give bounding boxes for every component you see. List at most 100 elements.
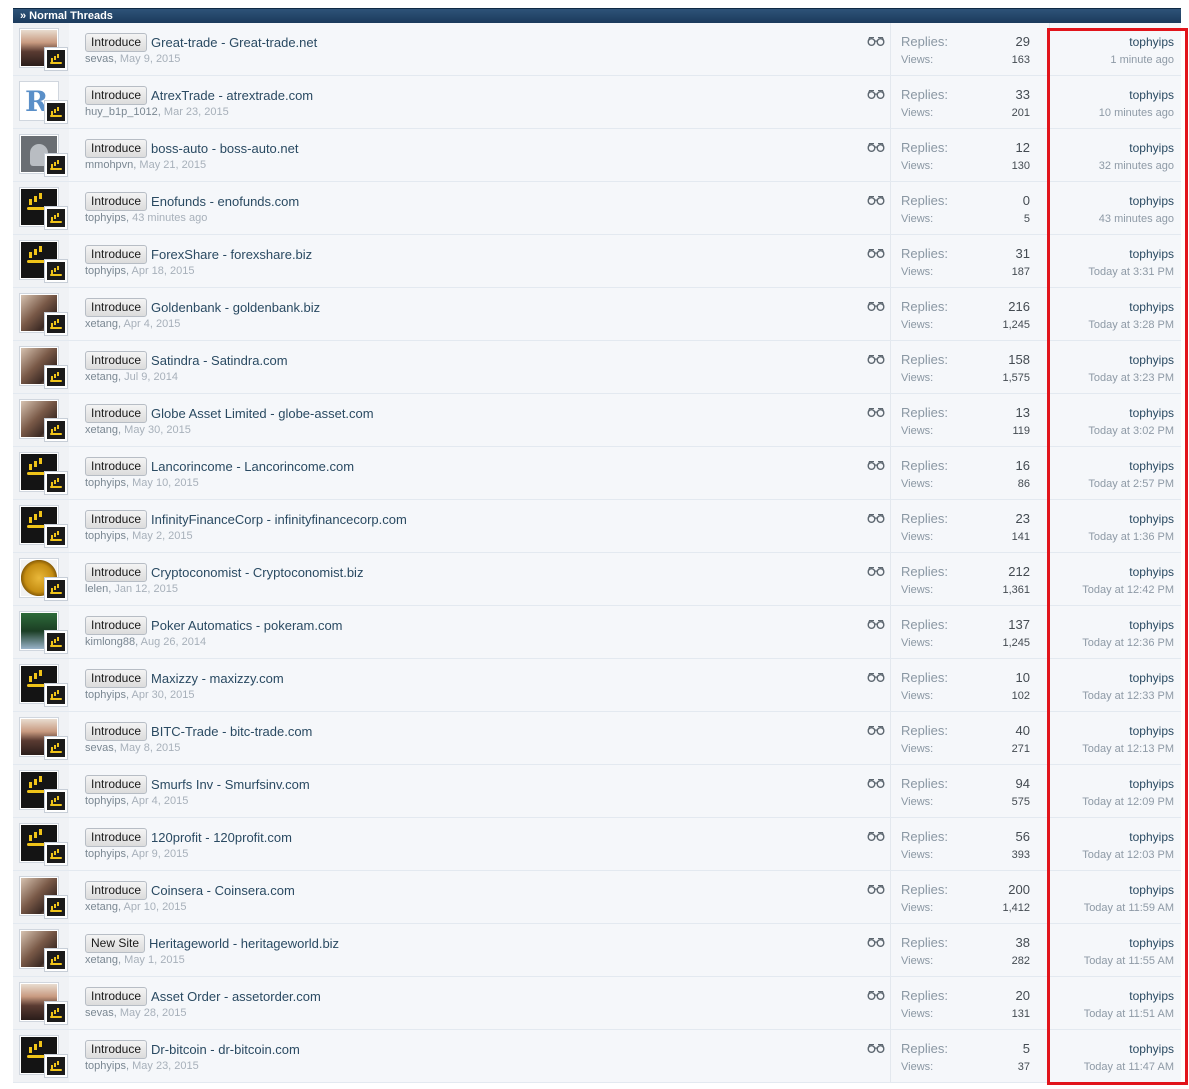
last-post-date-link[interactable]: 32 minutes ago bbox=[1099, 160, 1174, 172]
last-post-date-link[interactable]: Today at 12:03 PM bbox=[1082, 849, 1174, 861]
glasses-icon[interactable] bbox=[867, 990, 885, 1000]
thread-row[interactable]: Introduce Globe Asset Limited - globe-ass… bbox=[13, 394, 1181, 447]
last-poster-link[interactable]: tophyips bbox=[1129, 194, 1174, 208]
glasses-icon[interactable] bbox=[867, 301, 885, 311]
thread-title-link[interactable]: Lancorincome - Lancorincome.com bbox=[151, 459, 354, 474]
thread-row[interactable]: Introduce Maxizzy - maxizzy.com tophyips,… bbox=[13, 659, 1181, 712]
thread-title-link[interactable]: Maxizzy - maxizzy.com bbox=[151, 671, 284, 686]
last-post-date-link[interactable]: Today at 12:13 PM bbox=[1082, 743, 1174, 755]
last-poster-mini-avatar[interactable] bbox=[44, 1001, 68, 1025]
thread-title-link[interactable]: Smurfs Inv - Smurfsinv.com bbox=[151, 777, 310, 792]
thread-start-date[interactable]: Jan 12, 2015 bbox=[114, 583, 178, 595]
thread-prefix-badge[interactable]: Introduce bbox=[85, 510, 148, 529]
thread-prefix-badge[interactable]: Introduce bbox=[85, 881, 148, 900]
thread-row[interactable]: Introduce Coinsera - Coinsera.com xetang,… bbox=[13, 871, 1181, 924]
last-poster-link[interactable]: tophyips bbox=[1129, 724, 1174, 738]
thread-row[interactable]: New Site Heritageworld - heritageworld.bi… bbox=[13, 924, 1181, 977]
thread-title-link[interactable]: AtrexTrade - atrextrade.com bbox=[151, 88, 313, 103]
last-post-date-link[interactable]: 1 minute ago bbox=[1110, 54, 1174, 66]
thread-start-date[interactable]: Apr 9, 2015 bbox=[132, 848, 189, 860]
thread-title-link[interactable]: InfinityFinanceCorp - infinityfinancecor… bbox=[151, 512, 407, 527]
glasses-icon[interactable] bbox=[867, 460, 885, 470]
last-poster-mini-avatar[interactable] bbox=[44, 895, 68, 919]
glasses-icon[interactable] bbox=[867, 248, 885, 258]
glasses-icon[interactable] bbox=[867, 407, 885, 417]
thread-start-date[interactable]: May 10, 2015 bbox=[132, 477, 199, 489]
thread-author-link[interactable]: tophyips bbox=[85, 212, 126, 224]
thread-prefix-badge[interactable]: Introduce bbox=[85, 563, 148, 582]
thread-prefix-badge[interactable]: Introduce bbox=[85, 86, 148, 105]
thread-prefix-badge[interactable]: Introduce bbox=[85, 1040, 148, 1059]
thread-start-date[interactable]: Aug 26, 2014 bbox=[141, 636, 206, 648]
glasses-icon[interactable] bbox=[867, 354, 885, 364]
thread-title-link[interactable]: Poker Automatics - pokeram.com bbox=[151, 618, 342, 633]
glasses-icon[interactable] bbox=[867, 195, 885, 205]
last-post-date-link[interactable]: Today at 12:42 PM bbox=[1082, 584, 1174, 596]
thread-row[interactable]: Introduce Goldenbank - goldenbank.biz xet… bbox=[13, 288, 1181, 341]
thread-start-date[interactable]: May 2, 2015 bbox=[132, 530, 193, 542]
thread-start-date[interactable]: May 9, 2015 bbox=[120, 53, 181, 65]
thread-prefix-badge[interactable]: Introduce bbox=[85, 192, 148, 211]
thread-title-link[interactable]: Enofunds - enofunds.com bbox=[151, 194, 299, 209]
last-poster-mini-avatar[interactable] bbox=[44, 47, 68, 71]
last-poster-mini-avatar[interactable] bbox=[44, 206, 68, 230]
last-poster-link[interactable]: tophyips bbox=[1129, 247, 1174, 261]
thread-row[interactable]: Introduce Lancorincome - Lancorincome.com… bbox=[13, 447, 1181, 500]
last-post-date-link[interactable]: Today at 12:36 PM bbox=[1082, 637, 1174, 649]
last-poster-mini-avatar[interactable] bbox=[44, 312, 68, 336]
last-poster-mini-avatar[interactable] bbox=[44, 365, 68, 389]
thread-author-link[interactable]: xetang bbox=[85, 901, 118, 913]
thread-start-date[interactable]: May 21, 2015 bbox=[139, 159, 206, 171]
thread-start-date[interactable]: 43 minutes ago bbox=[132, 212, 207, 224]
last-poster-link[interactable]: tophyips bbox=[1129, 512, 1174, 526]
thread-author-link[interactable]: xetang bbox=[85, 318, 118, 330]
glasses-icon[interactable] bbox=[867, 937, 885, 947]
thread-row[interactable]: Introduce Great-trade - Great-trade.net s… bbox=[13, 23, 1181, 76]
last-poster-link[interactable]: tophyips bbox=[1129, 777, 1174, 791]
thread-row[interactable]: Introduce 120profit - 120profit.com tophy… bbox=[13, 818, 1181, 871]
thread-title-link[interactable]: Globe Asset Limited - globe-asset.com bbox=[151, 406, 374, 421]
glasses-icon[interactable] bbox=[867, 566, 885, 576]
last-poster-mini-avatar[interactable] bbox=[44, 789, 68, 813]
thread-start-date[interactable]: May 28, 2015 bbox=[120, 1007, 187, 1019]
last-poster-link[interactable]: tophyips bbox=[1129, 141, 1174, 155]
thread-start-date[interactable]: Apr 4, 2015 bbox=[132, 795, 189, 807]
glasses-icon[interactable] bbox=[867, 619, 885, 629]
thread-prefix-badge[interactable]: Introduce bbox=[85, 457, 148, 476]
thread-start-date[interactable]: Apr 10, 2015 bbox=[124, 901, 187, 913]
last-poster-mini-avatar[interactable] bbox=[44, 153, 68, 177]
thread-start-date[interactable]: Apr 30, 2015 bbox=[132, 689, 195, 701]
last-poster-link[interactable]: tophyips bbox=[1129, 459, 1174, 473]
thread-title-link[interactable]: Asset Order - assetorder.com bbox=[151, 989, 321, 1004]
last-poster-link[interactable]: tophyips bbox=[1129, 936, 1174, 950]
thread-author-link[interactable]: tophyips bbox=[85, 795, 126, 807]
last-post-date-link[interactable]: Today at 3:02 PM bbox=[1088, 425, 1174, 437]
last-poster-link[interactable]: tophyips bbox=[1129, 300, 1174, 314]
thread-start-date[interactable]: Apr 4, 2015 bbox=[124, 318, 181, 330]
last-post-date-link[interactable]: 43 minutes ago bbox=[1099, 213, 1174, 225]
thread-author-link[interactable]: huy_b1p_1012 bbox=[85, 106, 158, 118]
thread-row[interactable]: Introduce Asset Order - assetorder.com se… bbox=[13, 977, 1181, 1030]
last-poster-mini-avatar[interactable] bbox=[44, 577, 68, 601]
thread-row[interactable]: Introduce Poker Automatics - pokeram.com … bbox=[13, 606, 1181, 659]
last-post-date-link[interactable]: Today at 11:59 AM bbox=[1084, 902, 1174, 914]
thread-author-link[interactable]: tophyips bbox=[85, 689, 126, 701]
last-poster-mini-avatar[interactable] bbox=[44, 418, 68, 442]
last-poster-link[interactable]: tophyips bbox=[1129, 830, 1174, 844]
glasses-icon[interactable] bbox=[867, 142, 885, 152]
glasses-icon[interactable] bbox=[867, 725, 885, 735]
thread-author-link[interactable]: sevas bbox=[85, 1007, 114, 1019]
thread-prefix-badge[interactable]: Introduce bbox=[85, 828, 148, 847]
last-poster-link[interactable]: tophyips bbox=[1129, 353, 1174, 367]
thread-row[interactable]: Introduce Smurfs Inv - Smurfsinv.com toph… bbox=[13, 765, 1181, 818]
last-poster-mini-avatar[interactable] bbox=[44, 100, 68, 124]
thread-author-link[interactable]: xetang bbox=[85, 424, 118, 436]
thread-start-date[interactable]: May 8, 2015 bbox=[120, 742, 181, 754]
thread-author-link[interactable]: mmohpvn bbox=[85, 159, 133, 171]
last-post-date-link[interactable]: 10 minutes ago bbox=[1099, 107, 1174, 119]
last-post-date-link[interactable]: Today at 12:09 PM bbox=[1082, 796, 1174, 808]
thread-row[interactable]: Introduce ForexShare - forexshare.biz top… bbox=[13, 235, 1181, 288]
glasses-icon[interactable] bbox=[867, 831, 885, 841]
glasses-icon[interactable] bbox=[867, 89, 885, 99]
thread-prefix-badge[interactable]: Introduce bbox=[85, 298, 148, 317]
